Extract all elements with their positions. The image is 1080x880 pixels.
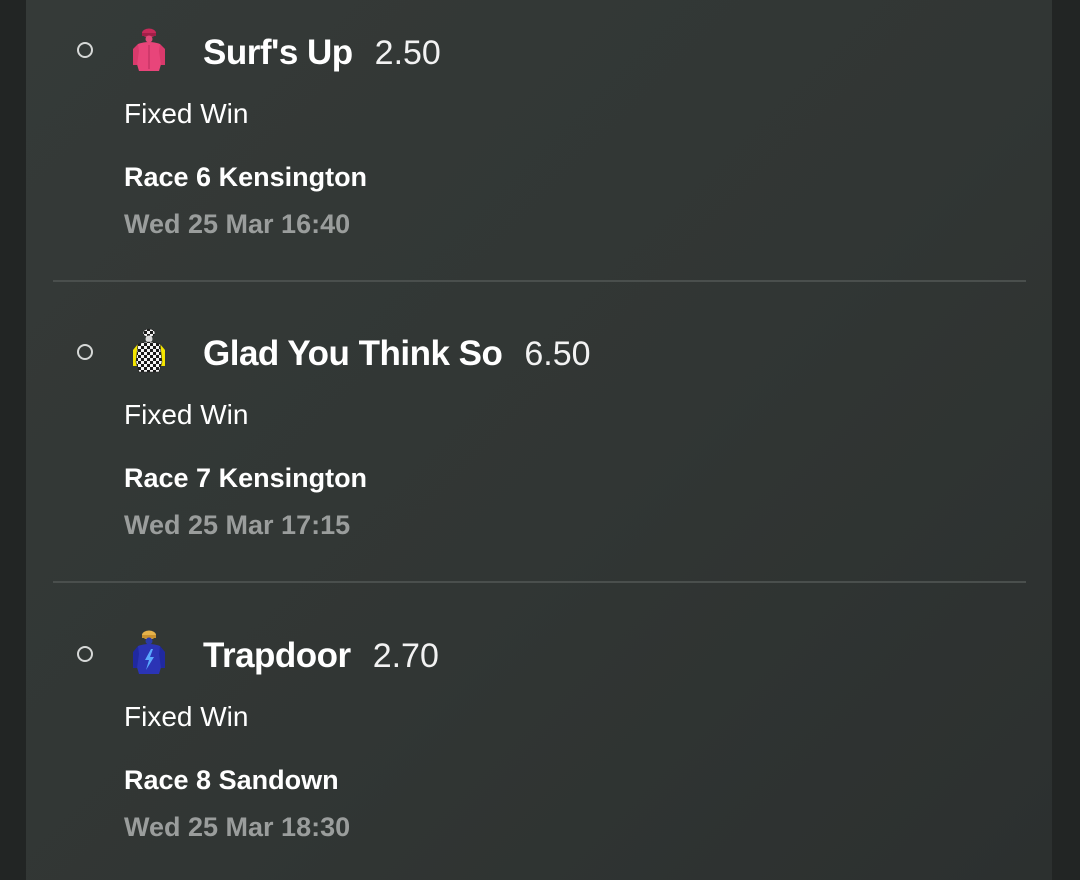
race-name: Race 8 Sandown <box>124 765 339 795</box>
select-radio[interactable] <box>77 42 93 58</box>
bet-item: Surf's Up 2.50 Fixed Win Race 6 Kensingto… <box>26 0 1052 282</box>
bet-type: Fixed Win <box>124 399 249 430</box>
divider <box>53 581 1026 583</box>
bet-item: Glad You Think So 6.50 Fixed Win Race 7 K… <box>26 301 1052 583</box>
checkered-yellow-jockey-silk-icon <box>133 328 165 373</box>
select-radio[interactable] <box>77 646 93 662</box>
race-time: Wed 25 Mar 18:30 <box>124 812 351 842</box>
bet-item: Trapdoor 2.70 Fixed Win Race 8 Sandown We… <box>26 603 1052 880</box>
runner-name-text: Surf's Up <box>203 33 353 72</box>
race-name: Race 7 Kensington <box>124 463 368 493</box>
race-name: Race 6 Kensington <box>124 162 368 192</box>
race-time: Wed 25 Mar 16:40 <box>124 209 351 239</box>
bet-list-panel: Surf's Up 2.50 Fixed Win Race 6 Kensingto… <box>26 0 1052 880</box>
odds-value[interactable]: 2.70 <box>373 637 439 675</box>
runner-name: Glad You Think So 6.50 <box>203 334 591 374</box>
bet-slip-screen: Surf's Up 2.50 Fixed Win Race 6 Kensingto… <box>0 0 1080 880</box>
divider <box>53 280 1026 282</box>
race-time: Wed 25 Mar 17:15 <box>124 510 351 540</box>
odds-value[interactable]: 6.50 <box>524 335 590 373</box>
odds-value[interactable]: 2.50 <box>375 34 441 72</box>
blue-lightning-jockey-silk-icon <box>133 630 165 674</box>
bet-type: Fixed Win <box>124 701 249 732</box>
runner-name: Trapdoor 2.70 <box>203 636 439 676</box>
pink-jockey-silk-icon <box>133 28 165 71</box>
bet-type: Fixed Win <box>124 98 249 129</box>
runner-name-text: Trapdoor <box>203 636 351 675</box>
select-radio[interactable] <box>77 344 93 360</box>
runner-name: Surf's Up 2.50 <box>203 33 441 73</box>
runner-name-text: Glad You Think So <box>203 334 503 373</box>
